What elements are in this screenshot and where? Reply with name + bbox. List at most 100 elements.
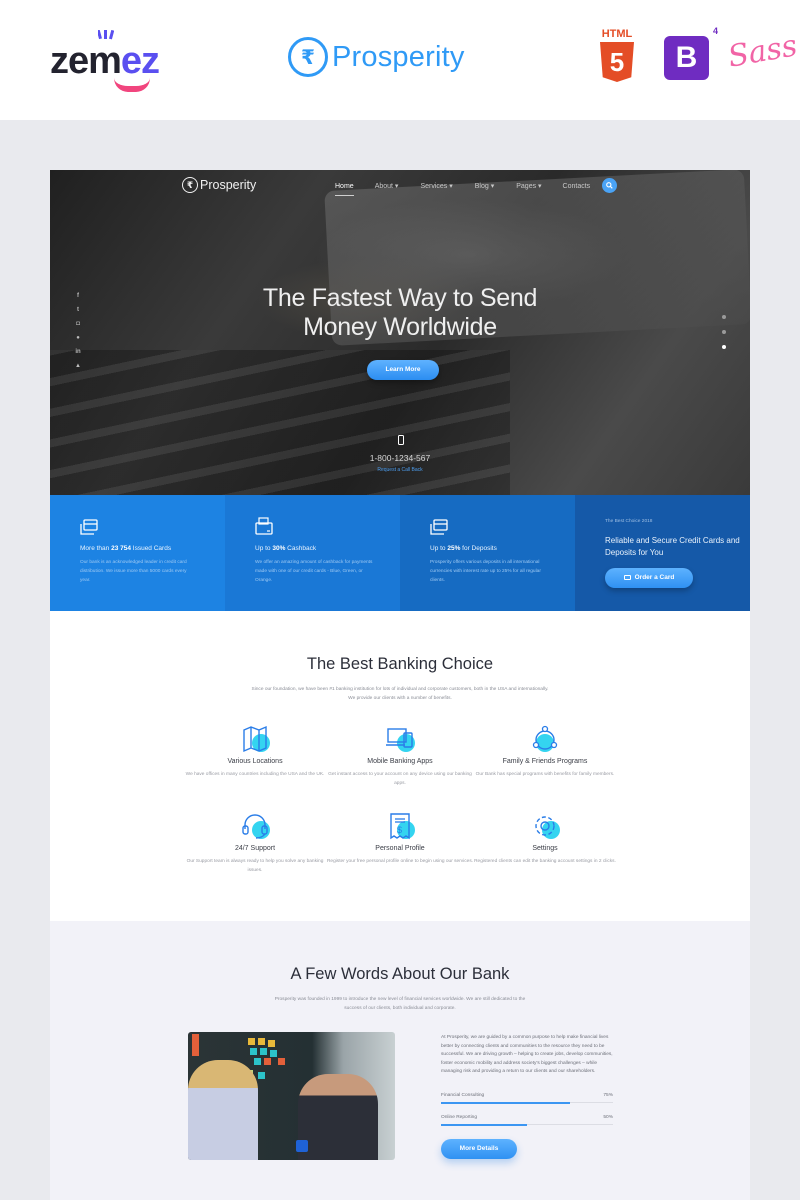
feature-description: Our Bank has special programs with benef… — [475, 772, 615, 777]
bootstrap-version: 4 — [712, 26, 718, 36]
map-icon — [240, 724, 270, 754]
stat-cashback: Up to 30% Cashback We offer an amazing a… — [225, 495, 400, 611]
rupee-icon: ₹ — [288, 37, 328, 77]
cards-icon — [80, 519, 98, 535]
section-subtitle: Prosperity was founded in 1999 to introd… — [274, 997, 526, 1011]
feature-description: Registered clients can edit the banking … — [474, 859, 616, 864]
zemes-wordmark: zemez — [50, 40, 160, 82]
feature-settings: Settings Registered clients can edit the… — [470, 811, 620, 866]
feature-various-locations: Various Locations We have offices in man… — [180, 724, 330, 779]
blue-mug — [296, 1140, 308, 1152]
hero-section: ₹ Prosperity Home About ▾ Services ▾ Blo… — [50, 170, 750, 495]
receipt-icon: $ — [385, 811, 415, 841]
stat-description: We offer an amazing amount of cashback f… — [255, 560, 373, 583]
site-logo[interactable]: ₹ Prosperity — [182, 177, 256, 193]
feature-title: Various Locations — [227, 758, 283, 765]
learn-more-button[interactable]: Learn More — [367, 360, 439, 380]
person-man — [298, 1074, 378, 1160]
feature-support: 24/7 Support Our Support team is always … — [180, 811, 330, 875]
nav-contacts[interactable]: Contacts — [563, 181, 591, 192]
nav-pages[interactable]: Pages ▾ — [516, 180, 541, 192]
feature-description: We have offices in many countries includ… — [185, 772, 325, 777]
family-network-icon — [530, 724, 560, 754]
skill-online-reporting: Online Reporting 50% — [441, 1115, 613, 1126]
feature-description: Our Support team is always ready to help… — [186, 859, 324, 873]
hero-title-line-2: Money Worldwide — [303, 313, 497, 341]
feature-title: Family & Friends Programs — [502, 758, 588, 765]
person-woman — [188, 1060, 258, 1160]
stat-description: Prosperity offers various deposits in al… — [430, 560, 541, 583]
stats-strip: More than 23 754 Issued Cards Our bank i… — [50, 495, 750, 611]
order-card-button[interactable]: Order a Card — [605, 568, 693, 588]
about-body: At Prosperity, we are guided by a common… — [441, 1035, 613, 1074]
bootstrap-badge: B4 — [664, 26, 718, 80]
stat-description: Our bank is an acknowledged leader in cr… — [80, 560, 187, 583]
headset-icon — [240, 811, 270, 841]
request-callback-label: Request a Call Back — [377, 467, 423, 473]
gear-icon — [530, 811, 560, 841]
skill-value: 75% — [603, 1093, 613, 1098]
stat-deposits: Up to 25% for Deposits Prosperity offers… — [400, 495, 575, 611]
slider-dot-active[interactable] — [722, 345, 726, 349]
request-callback-link[interactable]: Request a Call Back — [50, 467, 750, 473]
phone-number[interactable]: 1-800-1234-567 — [50, 453, 750, 463]
skill-financial-consulting: Financial Consulting 75% — [441, 1093, 613, 1104]
section-title: A Few Words About Our Bank — [290, 965, 510, 983]
progress-fill — [441, 1101, 570, 1104]
prosperity-promo-logo: ₹ Prosperity — [288, 37, 465, 77]
search-button[interactable] — [602, 178, 617, 193]
zemes-smile-icon — [114, 78, 150, 92]
product-name: Prosperity — [332, 40, 465, 73]
cards-icon — [430, 519, 448, 535]
feature-title: Personal Profile — [375, 845, 425, 852]
feature-title: Mobile Banking Apps — [367, 758, 433, 765]
main-nav: Home About ▾ Services ▾ Blog ▾ Pages ▾ C… — [335, 180, 591, 196]
template-preview: ₹ Prosperity Home About ▾ Services ▾ Blo… — [50, 170, 750, 1200]
bootstrap-letter: B — [675, 41, 698, 74]
stat-title: Up to 30% Cashback — [255, 545, 317, 552]
feature-description: Get instant access to your account on an… — [328, 772, 472, 786]
nav-home[interactable]: Home — [335, 181, 354, 196]
more-details-button[interactable]: More Details — [441, 1139, 517, 1159]
mobile-phone-icon — [398, 435, 404, 445]
skill-label: Financial Consulting — [441, 1093, 485, 1098]
stat-title: Up to 25% for Deposits — [430, 545, 497, 552]
html5-label: HTML — [601, 28, 633, 40]
progress-fill — [441, 1123, 527, 1126]
feature-title: 24/7 Support — [234, 845, 276, 852]
credit-card-icon — [623, 574, 631, 580]
devices-icon — [385, 724, 415, 754]
progress-track — [441, 1123, 613, 1126]
search-icon — [606, 182, 613, 189]
html5-shield-icon: 5 — [600, 42, 634, 82]
promo-bar: zemez ₹ Prosperity HTML 5 B4 Sass — [0, 0, 800, 120]
skill-value: 50% — [603, 1115, 613, 1120]
site-logo-text: Prosperity — [200, 178, 257, 192]
nav-services[interactable]: Services ▾ — [420, 180, 452, 192]
rupee-icon: ₹ — [182, 177, 198, 193]
feature-description: Register your free personal profile onli… — [326, 859, 474, 864]
svg-text:$: $ — [397, 825, 402, 835]
linkedin-icon[interactable]: in — [74, 348, 82, 357]
snapchat-icon[interactable]: ▲ — [74, 362, 82, 371]
order-card-label: Order a Card — [634, 574, 675, 581]
office-meeting-photo — [188, 1032, 395, 1160]
wallet-icon — [255, 517, 273, 535]
about-section: A Few Words About Our Bank Prosperity wa… — [50, 921, 750, 1200]
nav-about[interactable]: About ▾ — [375, 180, 399, 192]
promo-headline: Reliable and Secure Credit Cards and Dep… — [605, 536, 740, 557]
zemes-logo[interactable]: zemez — [50, 30, 200, 92]
best-banking-section: The Best Banking Choice Since our founda… — [50, 611, 750, 921]
progress-track — [441, 1101, 613, 1104]
feature-personal-profile: $ Personal Profile Register your free pe… — [325, 811, 475, 866]
hero-title: The Fastest Way to Send Money Worldwide — [50, 284, 750, 342]
zemes-dots-icon — [98, 30, 114, 40]
feature-title: Settings — [532, 845, 558, 852]
sass-badge: Sass — [725, 28, 800, 75]
section-title: The Best Banking Choice — [306, 655, 494, 673]
feature-family-friends: Family & Friends Programs Our Bank has s… — [470, 724, 620, 779]
promo-overline: The Best Choice 2018 — [605, 519, 653, 524]
section-subtitle: Since our foundation, we have been #1 ba… — [251, 687, 549, 701]
nav-blog[interactable]: Blog ▾ — [475, 180, 494, 192]
stat-title: More than 23 754 Issued Cards — [80, 545, 172, 552]
